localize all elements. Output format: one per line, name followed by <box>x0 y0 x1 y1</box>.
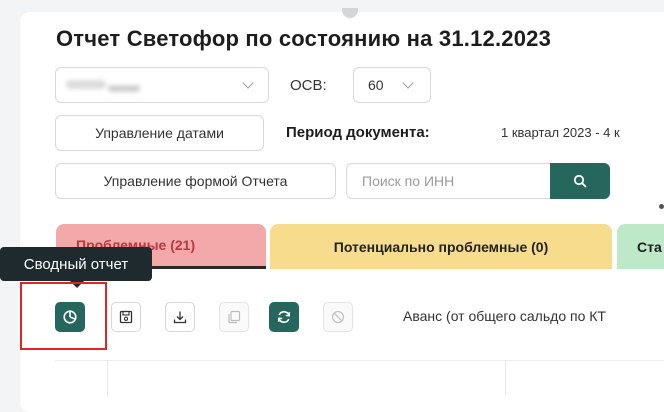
search-icon <box>573 174 587 188</box>
cancel-icon <box>331 310 345 324</box>
table-column-divider <box>505 360 506 396</box>
more-indicator-dot <box>659 204 664 209</box>
drag-handle <box>342 8 358 18</box>
save-button[interactable] <box>111 302 141 332</box>
save-icon <box>119 310 133 324</box>
download-button[interactable] <box>165 302 195 332</box>
tab-stable[interactable]: Ста <box>617 224 664 269</box>
organization-select[interactable] <box>55 67 269 103</box>
inn-search-input[interactable]: Поиск по ИНН <box>346 163 552 199</box>
refresh-icon <box>277 311 291 323</box>
period-value: 1 квартал 2023 - 4 к <box>501 125 620 140</box>
osv-label: ОСВ: <box>290 77 327 94</box>
cancel-button[interactable] <box>323 302 353 332</box>
osv-select-value: 60 <box>368 77 384 93</box>
organization-name-redacted <box>66 80 106 89</box>
refresh-button[interactable] <box>269 302 299 332</box>
table-column-divider <box>107 360 108 396</box>
copy-button[interactable] <box>219 302 249 332</box>
page-title: Отчет Светофор по состоянию на 31.12.202… <box>56 26 552 51</box>
highlight-frame <box>20 282 107 350</box>
manage-report-form-button[interactable]: Управление формой Отчета <box>55 163 336 199</box>
summary-report-tooltip: Сводный отчет <box>0 247 152 281</box>
copy-icon <box>228 310 241 324</box>
period-label: Период документа: <box>286 124 430 141</box>
osv-select[interactable]: 60 <box>353 67 431 103</box>
download-icon <box>173 311 187 324</box>
report-table <box>55 360 664 397</box>
search-button[interactable] <box>550 163 610 199</box>
advance-column-label: Аванс (от общего сальдо по КТ <box>403 308 606 324</box>
chevron-down-icon <box>242 77 254 89</box>
tab-potential-problem[interactable]: Потенциально проблемные (0) <box>270 224 612 269</box>
organization-code-redacted <box>108 85 140 92</box>
manage-dates-button[interactable]: Управление датами <box>55 115 264 151</box>
chevron-down-icon <box>402 77 414 89</box>
